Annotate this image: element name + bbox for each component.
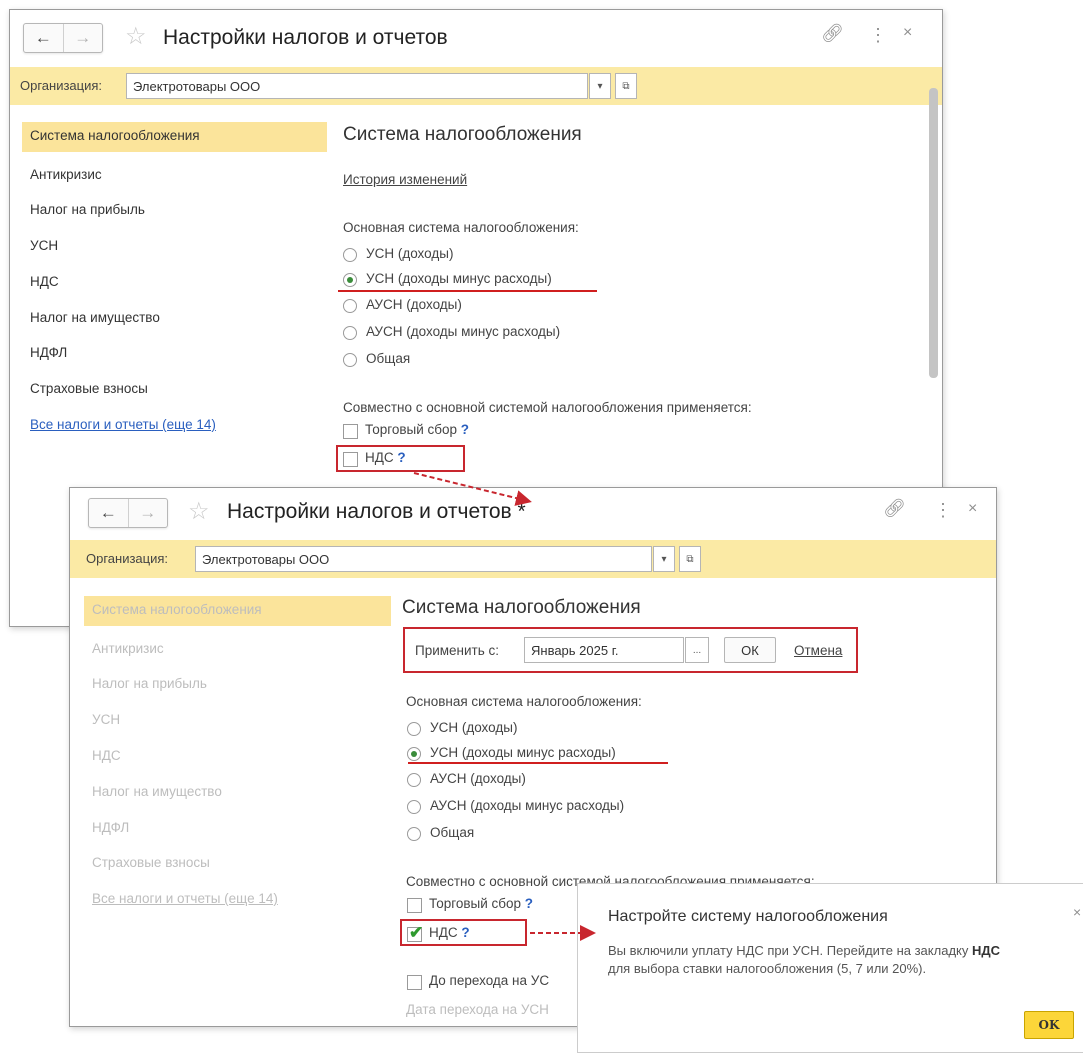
popup-title: Настройте систему налогообложения [608,908,888,925]
forward-arrow-icon[interactable]: → [127,499,168,527]
more-icon[interactable]: ⋮ [869,25,887,46]
back-arrow-icon[interactable]: ← [24,24,63,52]
radio-label: АУСН (доходы) [430,771,526,786]
forward-arrow-icon[interactable]: → [62,24,103,52]
sidebar-item-anticrisis[interactable]: Антикризис [30,167,102,182]
underline-highlight [338,290,597,292]
sidebar-item-usn[interactable]: УСН [92,712,120,727]
sidebar-item-vat[interactable]: НДС [92,748,121,763]
close-icon[interactable]: × [1073,904,1081,920]
section-title: Система налогообложения [343,124,582,145]
sidebar-item-insurance[interactable]: Страховые взносы [30,381,148,396]
more-icon[interactable]: ⋮ [934,500,952,521]
history-nav-buttons: ← → [23,23,103,53]
link-icon[interactable]: 🔗︎ [883,498,906,519]
sidebar-link-all-taxes[interactable]: Все налоги и отчеты (еще 14) [92,891,278,906]
open-icon[interactable]: ⧉ [615,73,637,99]
history-nav-buttons: ← → [88,498,168,528]
checkbox-transition[interactable] [407,975,422,990]
star-icon[interactable]: ☆ [188,497,210,526]
notification-popup: Настройте систему налогообложения × Вы в… [577,883,1083,1053]
radio-label: Общая [430,825,475,840]
radio-general[interactable] [343,353,357,367]
radio-label: АУСН (доходы минус расходы) [366,324,561,339]
combined-label: Совместно с основной системой налогообло… [343,400,752,415]
sidebar-item-tax-system[interactable]: Система налогообложения [22,122,327,152]
organization-input[interactable]: Электротовары ООО [126,73,588,99]
main-system-label: Основная система налогообложения: [406,694,642,709]
sidebar-item-profit-tax[interactable]: Налог на прибыль [30,202,145,217]
highlight-box-apply-from [403,627,858,673]
radio-label: Общая [366,351,411,366]
transition-date-label: Дата перехода на УСН [406,1002,549,1017]
organization-input[interactable]: Электротовары ООО [195,546,652,572]
sidebar-item-property-tax[interactable]: Налог на имущество [30,310,160,325]
close-icon[interactable]: × [903,24,912,42]
radio-label: УСН (доходы минус расходы) [366,271,552,286]
organization-label: Организация: [86,551,169,566]
dropdown-icon[interactable]: ▾ [653,546,675,572]
checkbox-label-trade-fee: Торговый сбор ? [429,896,534,911]
organization-bar: Организация: Электротовары ООО ▾ ⧉ [70,540,996,578]
help-icon[interactable]: ? [461,422,469,437]
checkbox-label-transition: До перехода на УС [429,973,550,988]
highlight-box-vat [336,445,465,472]
open-icon[interactable]: ⧉ [679,546,701,572]
star-icon[interactable]: ☆ [125,22,147,51]
checkbox-trade-fee[interactable] [407,898,422,913]
radio-ausn-income[interactable] [407,773,421,787]
checkbox-trade-fee[interactable] [343,424,358,439]
sidebar-link-all-taxes[interactable]: Все налоги и отчеты (еще 14) [30,417,216,432]
sidebar-item-vat[interactable]: НДС [30,274,59,289]
radio-usn-income[interactable] [407,722,421,736]
organization-label: Организация: [20,78,103,93]
sidebar-item-property-tax[interactable]: Налог на имущество [92,784,222,799]
radio-usn-income[interactable] [343,248,357,262]
sidebar-item-insurance[interactable]: Страховые взносы [92,855,210,870]
dropdown-icon[interactable]: ▾ [589,73,611,99]
window-header: ← → ☆ Настройки налогов и отчетов * 🔗︎ ⋮… [70,488,996,540]
radio-general[interactable] [407,827,421,841]
link-icon[interactable]: 🔗︎ [821,23,844,44]
history-link[interactable]: История изменений [343,172,467,187]
radio-usn-income-minus-expenses[interactable] [407,747,421,761]
highlight-box-vat [400,919,527,946]
sidebar-item-profit-tax[interactable]: Налог на прибыль [92,676,207,691]
checkbox-label-trade-fee: Торговый сбор ? [365,422,470,437]
sidebar-item-ndfl[interactable]: НДФЛ [92,820,129,835]
radio-ausn-income-minus-expenses[interactable] [407,800,421,814]
radio-label: АУСН (доходы минус расходы) [430,798,625,813]
radio-label: УСН (доходы) [366,246,454,261]
help-icon[interactable]: ? [525,896,533,911]
radio-label: УСН (доходы минус расходы) [430,745,616,760]
main-system-label: Основная система налогообложения: [343,220,579,235]
sidebar-item-tax-system[interactable]: Система налогообложения [84,596,391,626]
radio-ausn-income[interactable] [343,299,357,313]
radio-ausn-income-minus-expenses[interactable] [343,326,357,340]
sidebar-item-anticrisis[interactable]: Антикризис [92,641,164,656]
radio-label: УСН (доходы) [430,720,518,735]
organization-bar: Организация: Электротовары ООО ▾ ⧉ [10,67,942,105]
sidebar-item-usn[interactable]: УСН [30,238,58,253]
window-title: Настройки налогов и отчетов [163,26,448,49]
sidebar-item-ndfl[interactable]: НДФЛ [30,345,67,360]
close-icon[interactable]: × [968,500,977,518]
radio-usn-income-minus-expenses[interactable] [343,273,357,287]
window-header: ← → ☆ Настройки налогов и отчетов 🔗︎ ⋮ × [10,10,942,62]
popup-message: Вы включили уплату НДС при УСН. Перейдит… [608,943,1001,976]
radio-label: АУСН (доходы) [366,297,462,312]
back-arrow-icon[interactable]: ← [89,499,128,527]
window-title: Настройки налогов и отчетов * [227,500,526,523]
scrollbar-vertical[interactable] [929,88,938,378]
underline-highlight [408,762,668,764]
section-title: Система налогообложения [402,597,641,618]
